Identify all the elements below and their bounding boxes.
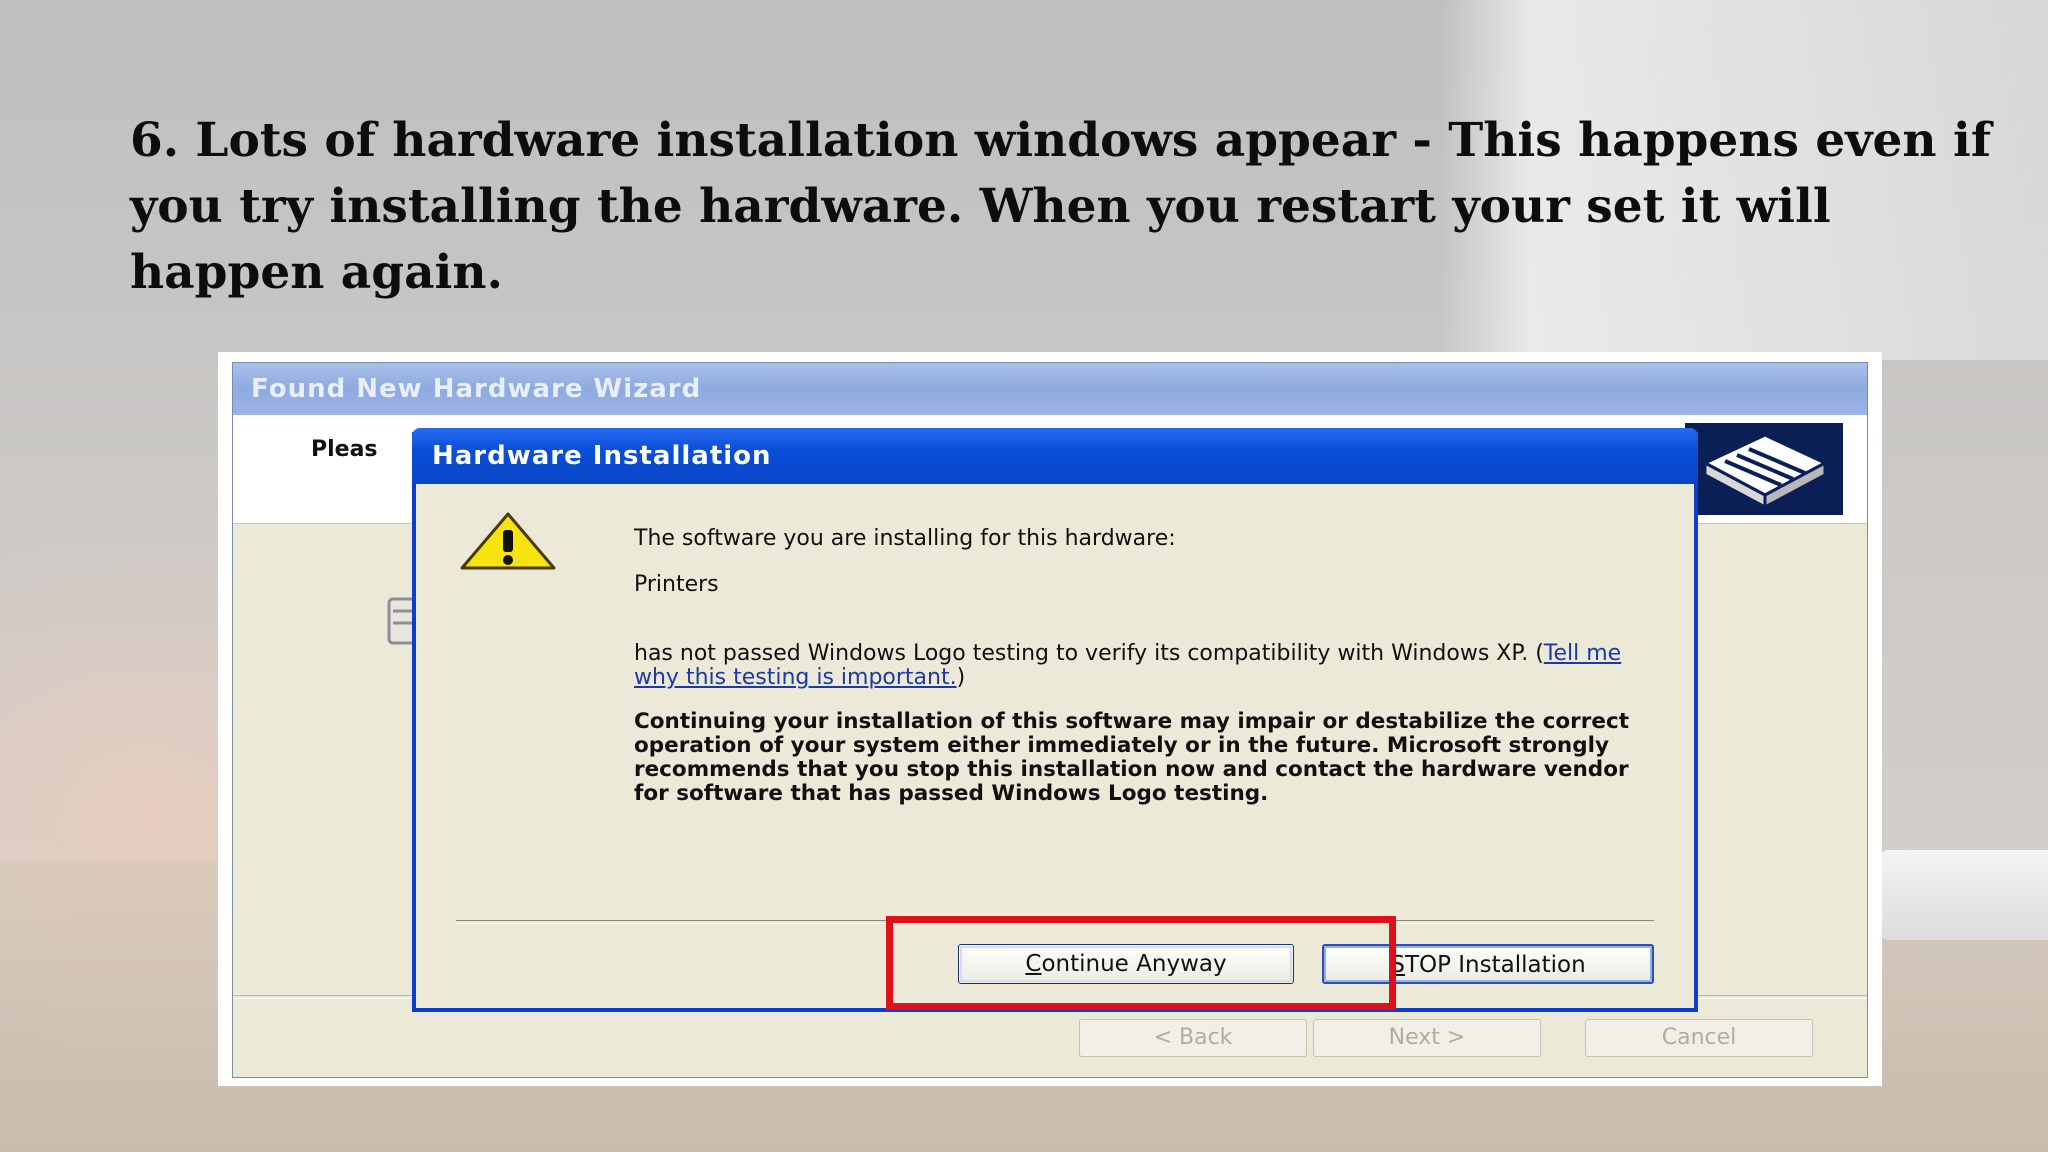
heading-line: 6. Lots of hardware installation windows… [130,113,1992,168]
back-button[interactable]: < Back [1079,1019,1307,1057]
logo-testing-text: has not passed Windows Logo testing to v… [634,642,1624,690]
warning-icon [458,510,558,572]
next-button[interactable]: Next > [1313,1019,1541,1057]
heading-line: happen again. [130,245,503,300]
warning-text: Continuing your installation of this sof… [634,709,1629,806]
stop-label: TOP Installation [1404,952,1586,978]
slide-heading: 6. Lots of hardware installation windows… [130,108,1992,306]
dialog-title: Hardware Installation [412,428,1698,484]
red-highlight-box [886,916,1396,1010]
wizard-header-text: Pleas [311,437,378,462]
logo-testing-text-start: has not passed Windows Logo testing to v… [634,641,1544,666]
hardware-wizard-icon [1685,423,1843,515]
logo-testing-text-end: ) [956,665,966,690]
dialog-intro-text: The software you are installing for this… [634,526,1176,551]
wizard-title: Found New Hardware Wizard [233,363,1867,415]
heading-line: you try installing the hardware. When yo… [130,179,1831,234]
device-name: Printers [634,572,719,597]
cancel-button[interactable]: Cancel [1585,1019,1813,1057]
background-device [1880,850,2048,940]
